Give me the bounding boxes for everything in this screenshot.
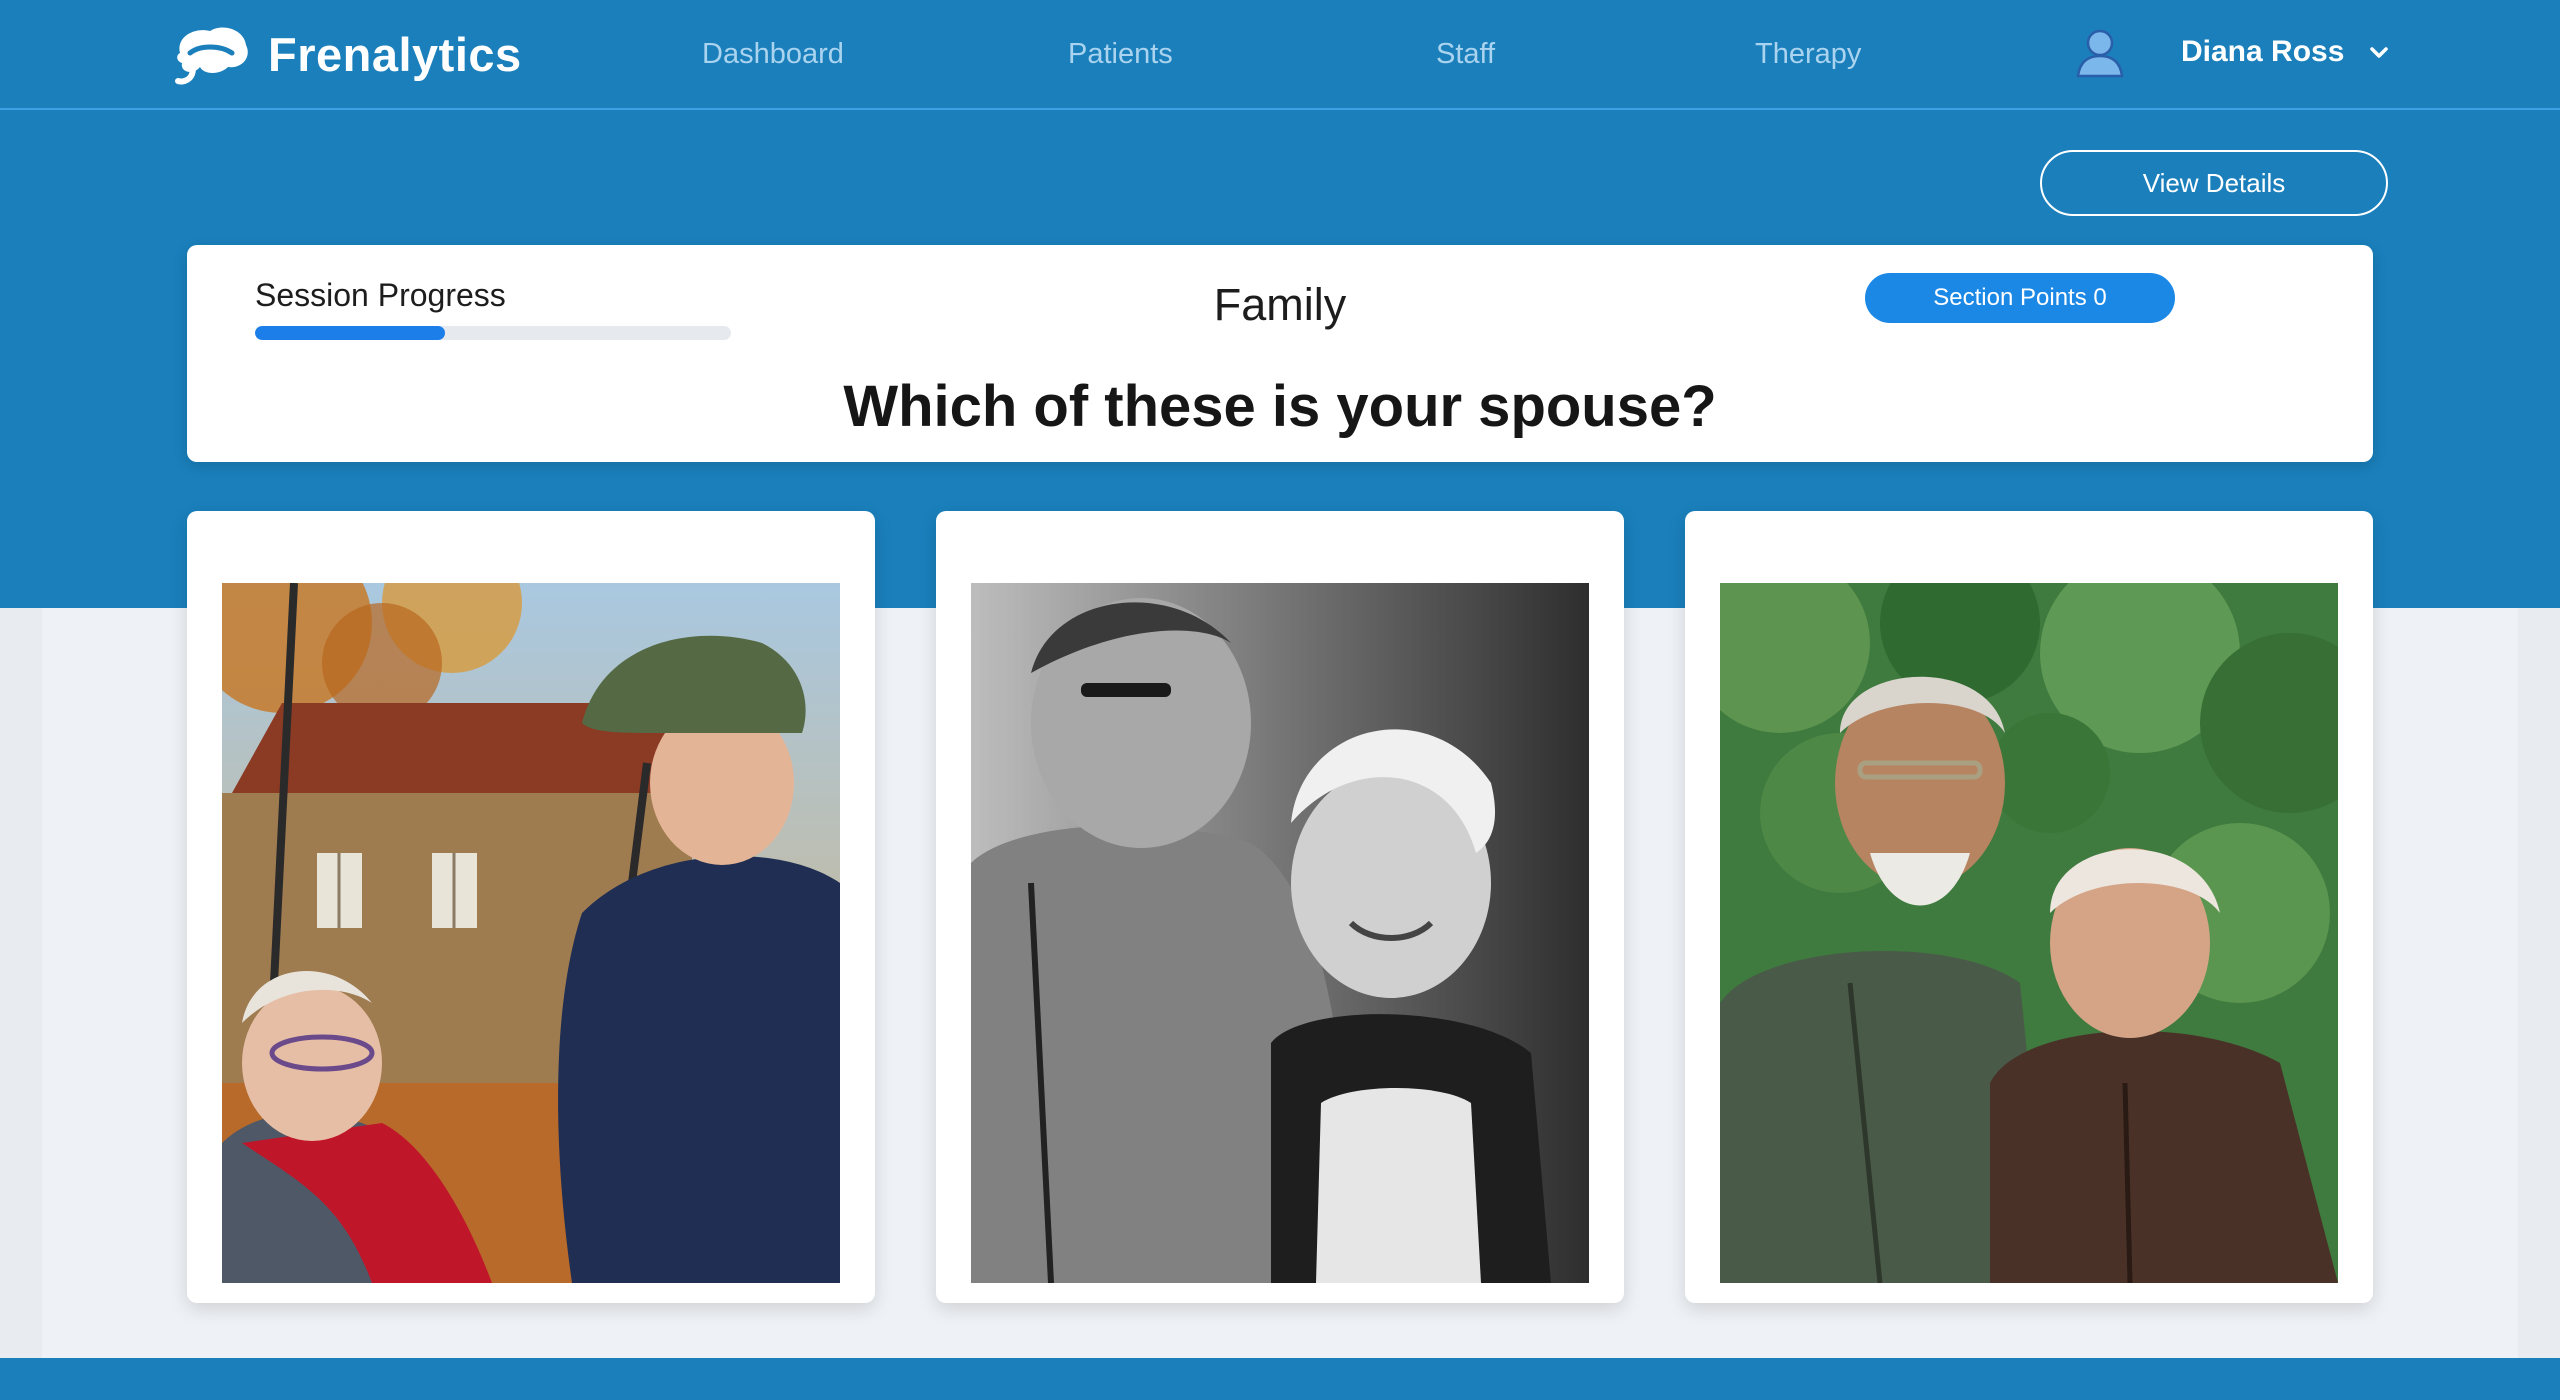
answer-card-1[interactable] [187,511,875,1303]
nav-link-patients[interactable]: Patients [1068,35,1173,73]
nav-link-therapy[interactable]: Therapy [1755,35,1861,73]
footer-bar [0,1358,2560,1400]
top-navbar: Frenalytics Dashboard Patients Staff The… [0,0,2560,110]
photo-elderly-couple-garden [1720,583,2338,1283]
view-details-button[interactable]: View Details [2040,150,2388,216]
brain-logo-icon [175,27,248,85]
page-gutter-right [2518,608,2560,1358]
user-name[interactable]: Diana Ross [2181,32,2344,72]
photo-elderly-couple-swing [222,583,840,1283]
answer-card-3[interactable] [1685,511,2373,1303]
user-avatar-icon[interactable] [2074,26,2126,78]
session-header-card: Session Progress Family Section Points 0… [187,245,2373,462]
page-gutter-left [0,608,42,1358]
nav-link-staff[interactable]: Staff [1436,35,1495,73]
section-points-badge: Section Points 0 [1865,273,2175,323]
answer-card-2[interactable] [936,511,1624,1303]
app-name: Frenalytics [268,27,522,81]
chevron-down-icon[interactable] [2367,41,2391,65]
question-text: Which of these is your spouse? [843,374,1717,439]
app-logo[interactable]: Frenalytics [170,22,522,86]
photo-elderly-couple-bw [971,583,1589,1283]
nav-link-dashboard[interactable]: Dashboard [702,35,844,73]
